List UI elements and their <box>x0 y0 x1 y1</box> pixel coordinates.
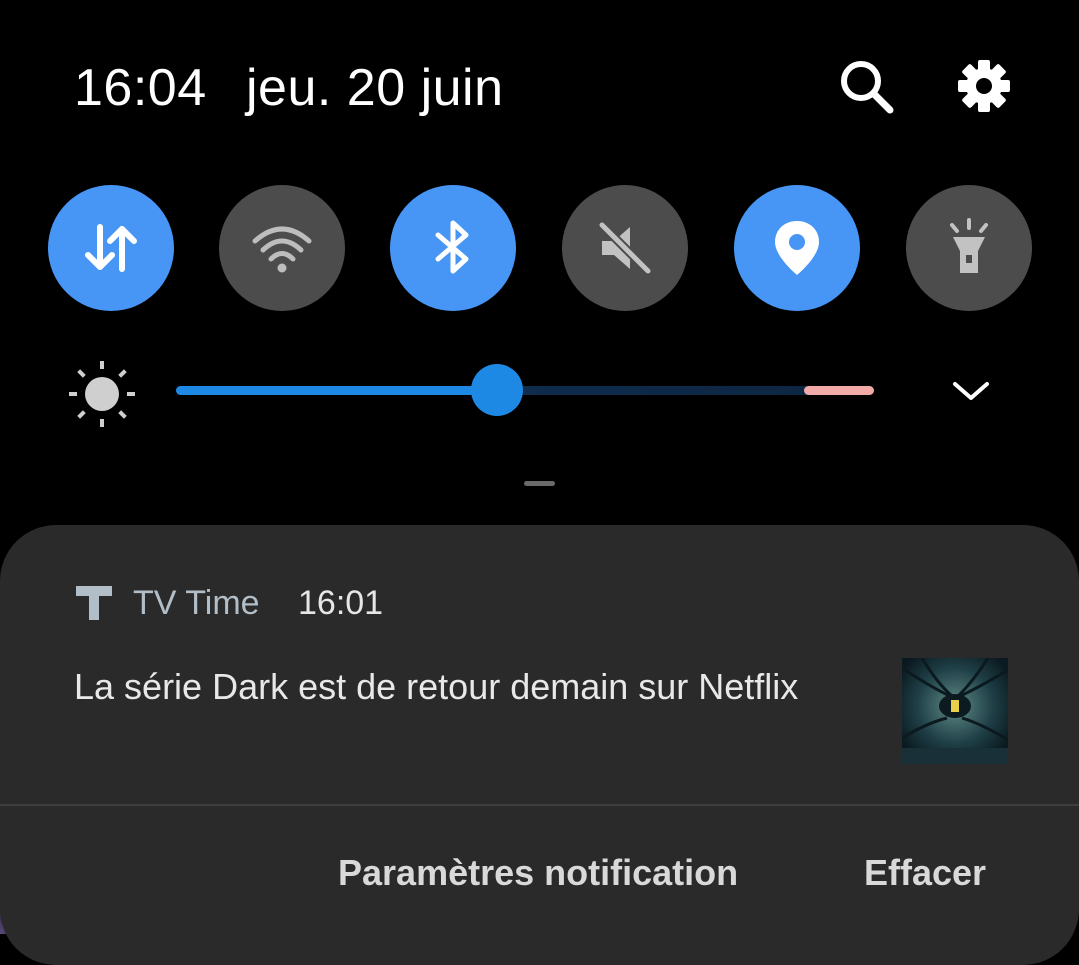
clear-button[interactable]: Effacer <box>864 850 986 896</box>
clock: 16:04 <box>74 59 207 117</box>
tv-time-logo-icon <box>74 584 114 622</box>
brightness-high-zone <box>804 386 874 395</box>
wifi-icon <box>252 226 312 273</box>
date: jeu. 20 juin <box>246 59 504 117</box>
notification-app-name: TV Time <box>133 584 260 622</box>
location-pin-icon <box>775 221 819 275</box>
notification-thumbnail[interactable] <box>902 658 1008 764</box>
brightness-slider-fill <box>176 386 498 395</box>
notification-time: 16:01 <box>298 584 384 622</box>
chevron-down-icon[interactable] <box>946 370 996 412</box>
tile-location[interactable] <box>734 185 860 311</box>
notification-settings-button[interactable]: Paramètres notification <box>338 850 738 896</box>
tile-wifi[interactable] <box>219 185 345 311</box>
gear-icon[interactable] <box>954 56 1014 116</box>
arrows-up-down-icon <box>85 224 137 272</box>
tile-flashlight[interactable] <box>906 185 1032 311</box>
tile-sound[interactable] <box>562 185 688 311</box>
brightness-slider-thumb[interactable] <box>471 364 524 416</box>
sun-icon <box>66 358 138 430</box>
volume-muted-icon <box>596 219 654 277</box>
notification-divider <box>0 804 1079 806</box>
search-icon[interactable] <box>836 56 896 116</box>
panel-drag-handle[interactable] <box>524 481 555 486</box>
bluetooth-icon <box>435 220 469 274</box>
brightness-slider[interactable] <box>176 386 874 395</box>
tile-mobile-data[interactable] <box>48 185 174 311</box>
tile-bluetooth[interactable] <box>390 185 516 311</box>
flashlight-icon <box>950 218 988 273</box>
notification-body: La série Dark est de retour demain sur N… <box>74 666 799 707</box>
